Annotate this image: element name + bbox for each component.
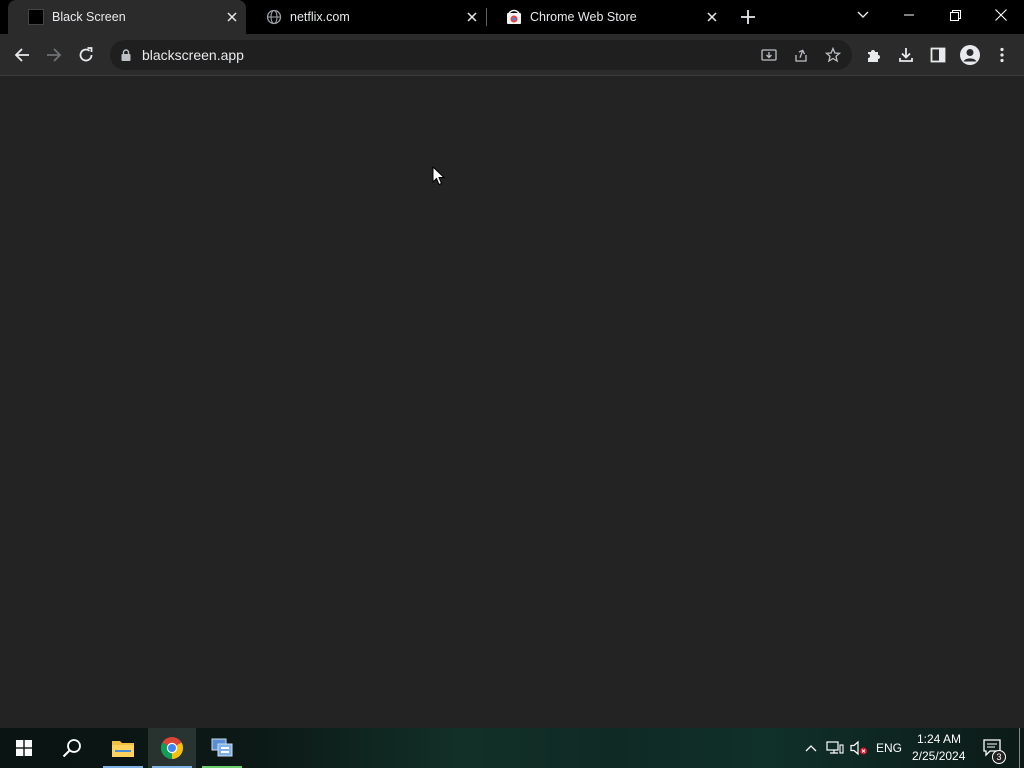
close-tab-icon[interactable] (464, 9, 480, 25)
chrome-menu-icon[interactable] (986, 39, 1018, 71)
clock-date[interactable]: 2/25/2024 (912, 749, 965, 763)
tab-strip: Black Screen netflix.com Chrome Web Stor… (0, 0, 1024, 34)
tab-black-screen[interactable]: Black Screen (8, 0, 246, 34)
tab-title: Chrome Web Store (530, 10, 637, 24)
profile-avatar-icon[interactable] (954, 39, 986, 71)
clock-time[interactable]: 1:24 AM (917, 732, 961, 746)
forward-button[interactable] (38, 39, 70, 71)
black-square-icon (28, 9, 44, 25)
tab-netflix[interactable]: netflix.com (246, 0, 486, 34)
control-panel-icon[interactable] (198, 728, 246, 768)
close-window-button[interactable] (978, 0, 1024, 30)
notification-count-badge: 3 (992, 750, 1006, 764)
page-content-black-screen[interactable] (0, 77, 1024, 728)
volume-muted-icon[interactable] (848, 728, 870, 768)
tab-chrome-web-store[interactable]: Chrome Web Store (486, 0, 726, 34)
show-hidden-icons-button[interactable] (800, 728, 822, 768)
restore-button[interactable] (932, 0, 978, 30)
chrome-web-store-icon (506, 9, 522, 25)
network-icon[interactable] (824, 728, 846, 768)
tab-title: Black Screen (52, 10, 126, 24)
share-icon[interactable] (791, 45, 811, 65)
browser-toolbar: blackscreen.app (0, 34, 1024, 76)
side-panel-icon[interactable] (922, 39, 954, 71)
close-tab-icon[interactable] (704, 9, 720, 25)
new-tab-button[interactable] (732, 2, 764, 32)
close-tab-icon[interactable] (224, 9, 240, 25)
action-center-button[interactable]: 3 (978, 728, 1008, 768)
language-indicator[interactable]: ENG (876, 741, 902, 755)
extensions-icon[interactable] (858, 39, 890, 71)
globe-icon (266, 9, 282, 25)
tab-title: netflix.com (290, 10, 350, 24)
minimize-button[interactable] (886, 0, 932, 30)
reload-button[interactable] (70, 39, 102, 71)
search-button[interactable] (48, 728, 96, 768)
file-explorer-icon[interactable] (99, 728, 147, 768)
install-app-icon[interactable] (759, 45, 779, 65)
back-button[interactable] (6, 39, 38, 71)
windows-taskbar: ENG 1:24 AM 2/25/2024 3 (0, 728, 1024, 768)
chrome-icon[interactable] (148, 728, 196, 768)
lock-icon[interactable] (116, 45, 136, 65)
bookmark-star-icon[interactable] (823, 45, 843, 65)
url-text[interactable]: blackscreen.app (142, 47, 244, 63)
downloads-icon[interactable] (890, 39, 922, 71)
show-desktop-button[interactable] (1019, 728, 1024, 768)
start-button[interactable] (0, 728, 48, 768)
tab-search-button[interactable] (840, 0, 886, 30)
address-bar[interactable]: blackscreen.app (110, 40, 852, 70)
mouse-cursor-icon (432, 165, 446, 191)
